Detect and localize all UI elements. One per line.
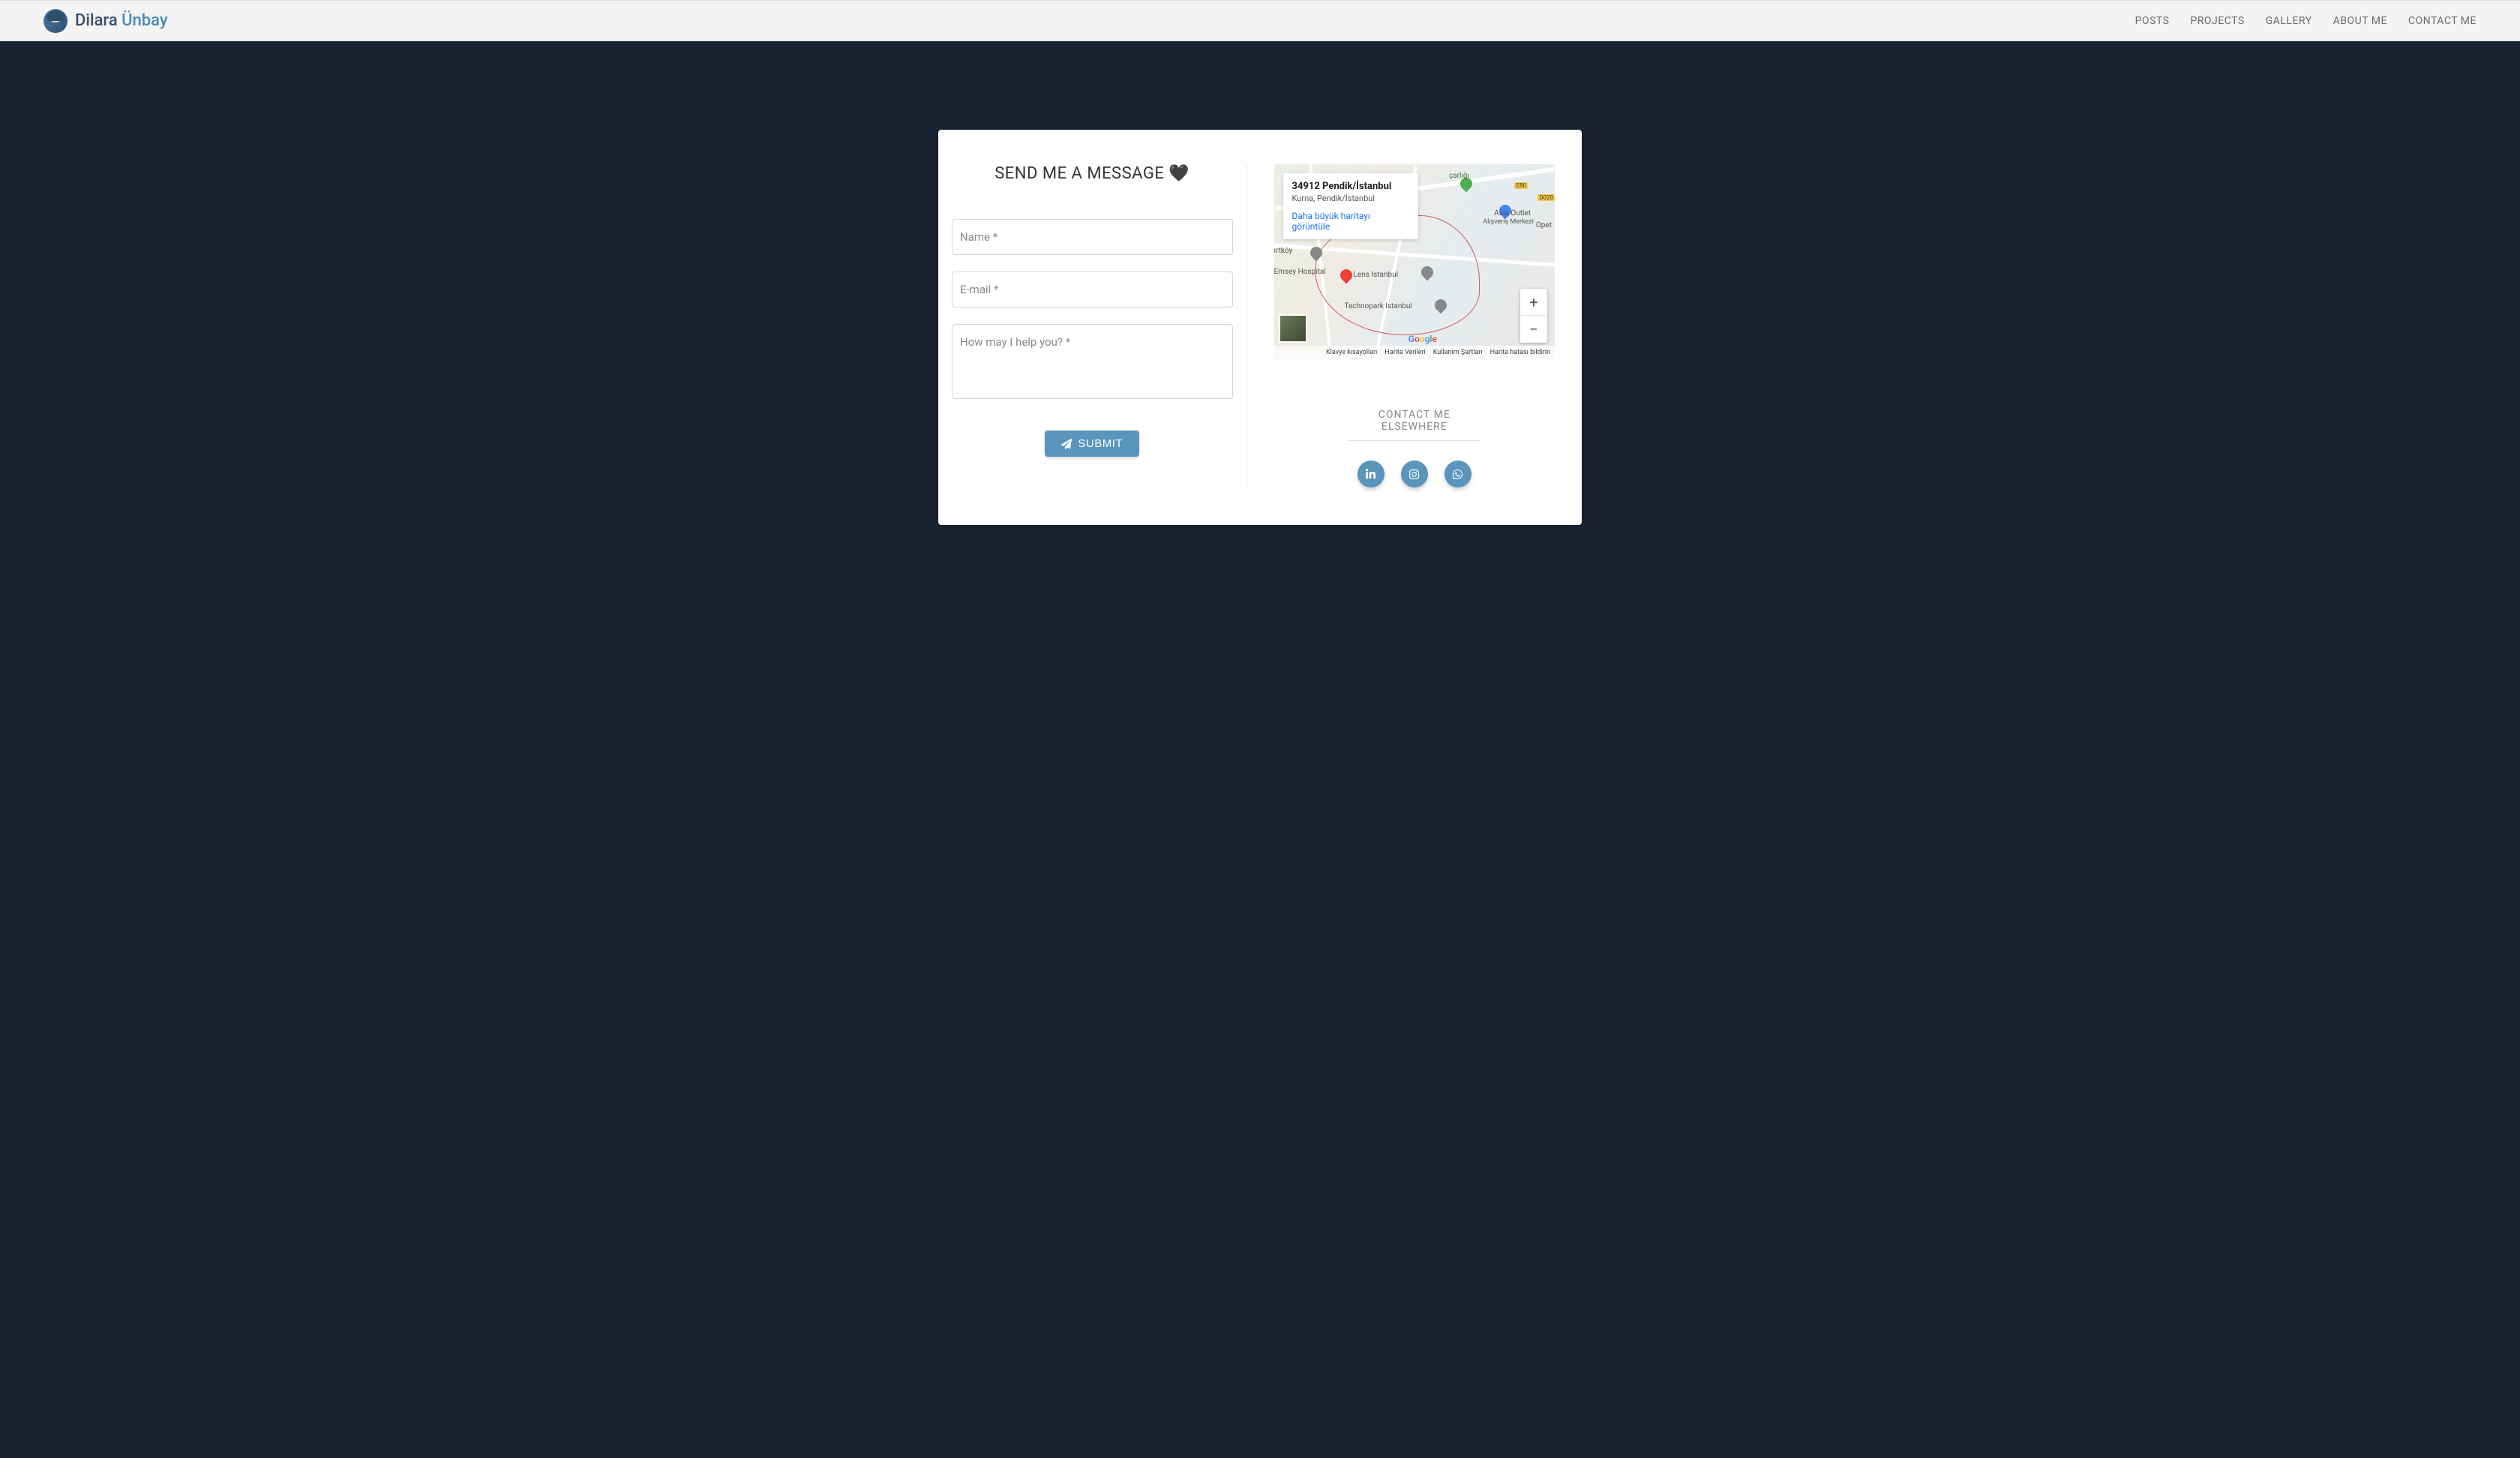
map-route-badge: E80 [1514, 182, 1528, 189]
map-poi-label: Lens Istanbul [1354, 271, 1399, 279]
map-footer-shortcuts[interactable]: Klavye kısayolları [1326, 349, 1377, 356]
nav-about[interactable]: ABOUT ME [2333, 15, 2387, 27]
form-title: SEND ME A MESSAGE 🖤 [952, 164, 1233, 183]
email-input[interactable] [952, 272, 1233, 308]
page-container: SEND ME A MESSAGE 🖤 SUBMIT [0, 41, 2520, 614]
map-footer: Klavye kısayolları Harita Verileri Kulla… [1274, 346, 1556, 359]
avatar [44, 9, 68, 33]
name-input[interactable] [952, 219, 1233, 255]
map-poi-label: Opet [1536, 221, 1552, 230]
nav-contact[interactable]: CONTACT ME [2408, 15, 2476, 27]
nav-gallery[interactable]: GALLERY [2266, 15, 2312, 27]
brand-name: Dilara Ünbay [75, 11, 168, 30]
nav-projects[interactable]: PROJECTS [2190, 15, 2244, 27]
message-input[interactable] [952, 324, 1233, 399]
header: Dilara Ünbay POSTS PROJECTS GALLERY ABOU… [0, 0, 2520, 41]
map[interactable]: Lens Istanbul Technopark Istanbul ırtköy… [1274, 164, 1556, 359]
instagram-link[interactable] [1401, 460, 1428, 488]
submit-label: SUBMIT [1078, 437, 1123, 450]
elsewhere-section: CONTACT ME ELSEWHERE [1274, 409, 1556, 488]
map-route-badge: D020 [1538, 194, 1555, 201]
brand-first: Dilara [75, 11, 122, 30]
map-footer-terms[interactable]: Kullanım Şartları [1433, 349, 1483, 356]
whatsapp-icon [1452, 469, 1463, 480]
instagram-icon [1408, 469, 1420, 480]
contact-card: SEND ME A MESSAGE 🖤 SUBMIT [938, 130, 1582, 525]
map-info-subtitle: Kurna, Pendik/İstanbul [1292, 194, 1409, 203]
map-satellite-toggle[interactable] [1279, 314, 1307, 343]
whatsapp-link[interactable] [1444, 460, 1472, 488]
linkedin-icon [1365, 469, 1376, 480]
map-poi-label: Alışveriş Merkezi [1483, 218, 1534, 226]
nav: POSTS PROJECTS GALLERY ABOUT ME CONTACT … [2135, 15, 2476, 27]
social-links [1274, 460, 1556, 488]
map-footer-data[interactable]: Harita Verileri [1384, 349, 1425, 356]
contact-info-panel: Lens Istanbul Technopark Istanbul ırtköy… [1247, 164, 1556, 488]
brand[interactable]: Dilara Ünbay [44, 9, 168, 33]
map-view-larger-link[interactable]: Daha büyük haritayı görüntüle [1292, 211, 1409, 232]
linkedin-link[interactable] [1358, 460, 1384, 488]
brand-last: Ünbay [122, 11, 167, 30]
submit-wrap: SUBMIT [952, 430, 1233, 457]
paper-plane-icon [1061, 439, 1072, 449]
zoom-in-button[interactable]: + [1520, 289, 1547, 316]
submit-button[interactable]: SUBMIT [1045, 430, 1139, 457]
zoom-out-button[interactable]: − [1520, 316, 1547, 343]
elsewhere-title: CONTACT ME ELSEWHERE [1348, 409, 1480, 441]
map-poi-label: Asia Outlet [1494, 209, 1531, 218]
map-info-card: 34912 Pendik/İstanbul Kurna, Pendik/İsta… [1283, 173, 1418, 239]
map-poi-label: çarlığı [1449, 172, 1469, 180]
contact-form-panel: SEND ME A MESSAGE 🖤 SUBMIT [952, 164, 1247, 488]
nav-posts[interactable]: POSTS [2135, 15, 2170, 27]
google-logo: Google [1408, 334, 1437, 344]
map-zoom-controls: + − [1520, 289, 1547, 343]
map-poi-label: ırtköy [1274, 247, 1293, 255]
map-footer-report[interactable]: Harita hatası bildirin [1490, 349, 1550, 356]
map-poi-label: Technopark Istanbul [1345, 302, 1412, 310]
map-poi-label: Emsey Hospital [1274, 268, 1326, 276]
map-info-title: 34912 Pendik/İstanbul [1292, 181, 1409, 192]
